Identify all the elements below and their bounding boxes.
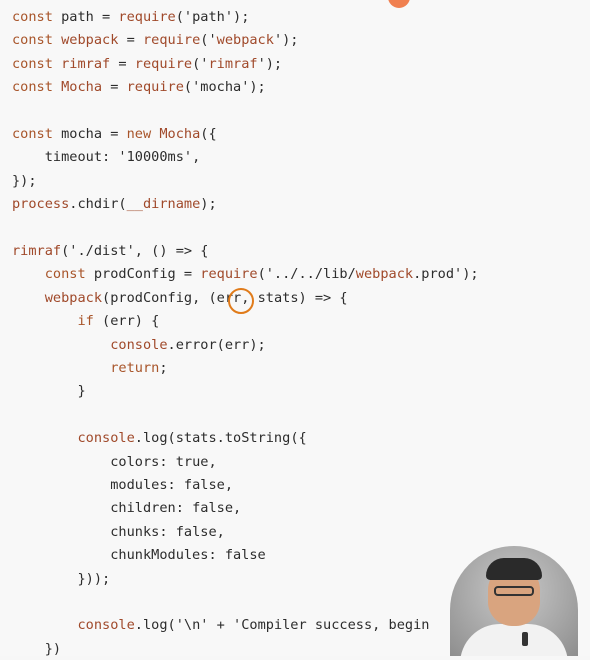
code-line[interactable]: }); <box>12 170 37 192</box>
code-line[interactable]: return; <box>12 357 167 379</box>
code-line[interactable]: })); <box>12 568 110 590</box>
presenter-hair <box>486 558 542 580</box>
glasses-icon <box>494 586 534 596</box>
code-line[interactable]: const path = require('path'); <box>12 6 249 28</box>
code-line[interactable]: const prodConfig = require('../../lib/we… <box>12 263 479 285</box>
code-line[interactable]: chunkModules: false <box>12 544 266 566</box>
code-line[interactable]: console.log(stats.toString({ <box>12 427 306 449</box>
code-line[interactable]: const mocha = new Mocha({ <box>12 123 217 145</box>
code-line[interactable]: rimraf('./dist', () => { <box>12 240 208 262</box>
code-line[interactable]: if (err) { <box>12 310 159 332</box>
code-line[interactable]: process.chdir(__dirname); <box>12 193 217 215</box>
code-line[interactable]: const rimraf = require('rimraf'); <box>12 53 282 75</box>
code-line[interactable]: console.log('\n' + 'Compiler success, be… <box>12 614 429 636</box>
code-line[interactable]: timeout: '10000ms', <box>12 146 201 168</box>
presenter-shirt <box>460 624 568 656</box>
code-line[interactable]: modules: false, <box>12 474 233 496</box>
recording-indicator-icon <box>388 0 410 8</box>
code-line[interactable]: const Mocha = require('mocha'); <box>12 76 266 98</box>
code-line[interactable]: children: false, <box>12 497 241 519</box>
code-line[interactable]: const webpack = require('webpack'); <box>12 29 299 51</box>
code-line[interactable]: chunks: false, <box>12 521 225 543</box>
code-line[interactable]: } <box>12 380 85 402</box>
code-line[interactable]: console.error(err); <box>12 334 266 356</box>
code-line[interactable]: colors: true, <box>12 451 216 473</box>
code-line[interactable]: webpack(prodConfig, (err, stats) => { <box>12 287 348 309</box>
microphone-icon <box>522 632 528 646</box>
code-line[interactable]: }) <box>12 638 61 660</box>
cursor-highlight-circle <box>228 288 254 314</box>
